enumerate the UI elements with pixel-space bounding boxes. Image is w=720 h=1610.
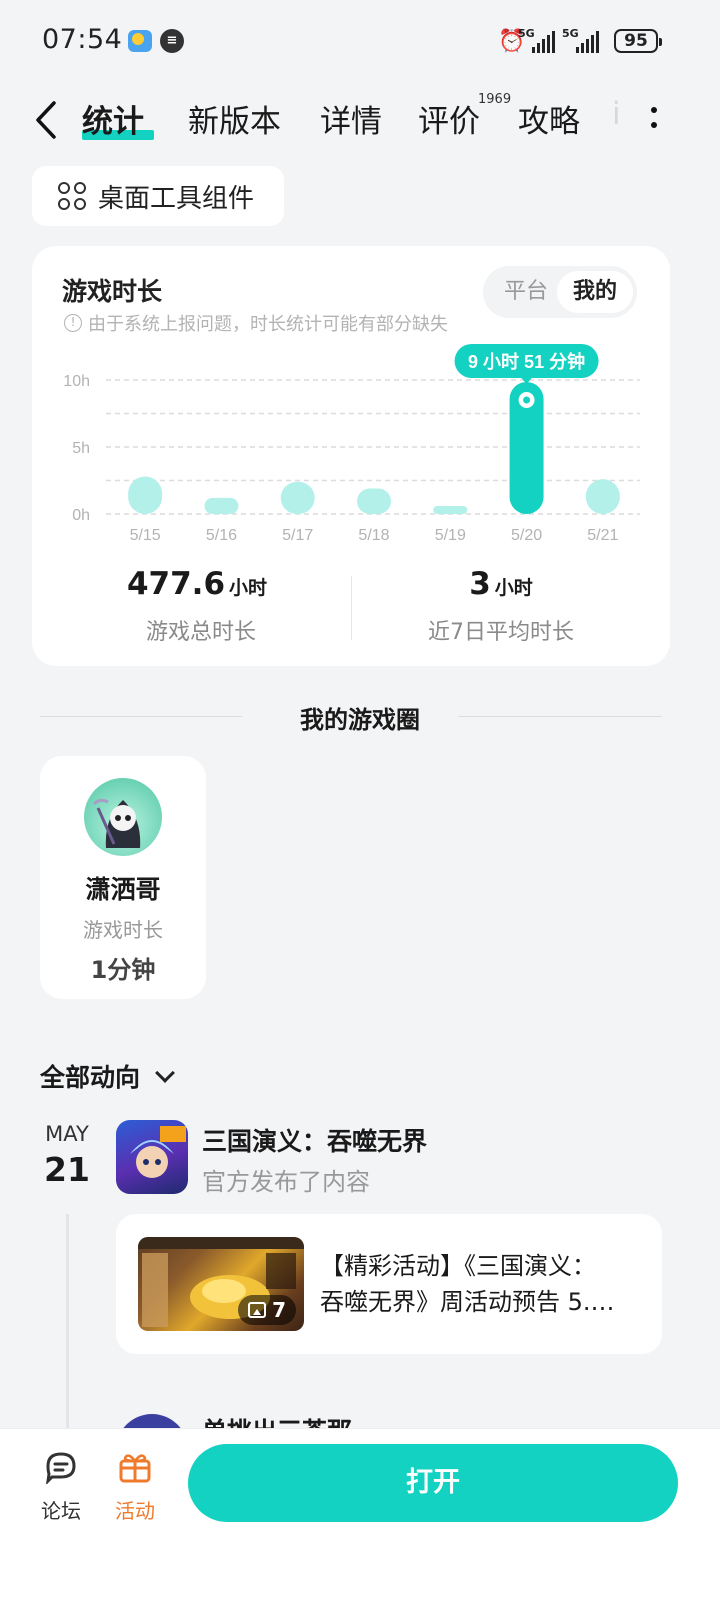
x-tick-label: 5/18 bbox=[358, 527, 389, 544]
bar bbox=[357, 488, 391, 514]
signal-icon: 5G bbox=[518, 27, 556, 53]
game-circle-title: 我的游戏圈 bbox=[300, 706, 420, 734]
feed-game-name[interactable]: 三国演义：吞噬无界 bbox=[202, 1122, 427, 1158]
friend-playtime-label: 游戏时长 bbox=[83, 918, 163, 942]
more-menu-icon[interactable] bbox=[648, 104, 660, 136]
notification-app-icon: ≡ bbox=[160, 29, 184, 53]
post-text-line-1: 【精彩活动】《三国演义： bbox=[320, 1252, 596, 1280]
playtime-note: ! 由于系统上报问题，时长统计可能有部分缺失 bbox=[64, 310, 448, 336]
feed-date-day: 21 bbox=[44, 1150, 90, 1189]
total-playtime-label: 游戏总时长 bbox=[145, 620, 256, 645]
x-tick-label: 5/16 bbox=[206, 527, 237, 544]
feed-action-text: 官方发布了内容 bbox=[202, 1168, 370, 1196]
y-tick-label: 5h bbox=[72, 440, 90, 457]
image-icon bbox=[248, 1302, 267, 1318]
weather-icon bbox=[128, 30, 152, 52]
x-tick-label: 5/20 bbox=[511, 527, 542, 544]
post-text-line-2: 吞噬无界》周活动预告 5.… bbox=[320, 1288, 615, 1316]
review-count-badge: 1969 bbox=[478, 92, 512, 107]
x-tick-label: 5/19 bbox=[435, 527, 466, 544]
friend-playtime-value: 1分钟 bbox=[90, 956, 156, 984]
forum-label: 论坛 bbox=[41, 1499, 81, 1523]
playtime-bar-chart: 10h 5h 0h 5/15 5/16 5/17 5/18 5/19 5/20 9 小时 51 分… bbox=[63, 344, 640, 544]
feed-filter-dropdown[interactable]: 全部动向 bbox=[40, 1058, 175, 1094]
source-toggle: 平台 我的 bbox=[483, 266, 637, 318]
timeline-line bbox=[66, 1214, 69, 1434]
tab-reviews[interactable]: 评价 bbox=[418, 96, 480, 141]
tab-details[interactable]: 详情 bbox=[320, 96, 382, 141]
desktop-widget-button[interactable]: 桌面工具组件 bbox=[32, 166, 284, 226]
average-playtime-unit: 小时 bbox=[494, 577, 533, 599]
image-count-badge: 7 bbox=[238, 1295, 296, 1325]
value-tooltip-text: 9 小时 51 分钟 bbox=[468, 351, 585, 372]
playtime-note-text: 由于系统上报问题，时长统计可能有部分缺失 bbox=[88, 314, 448, 335]
activity-label: 活动 bbox=[115, 1499, 155, 1523]
status-time: 07:54 bbox=[42, 24, 123, 55]
game-icon[interactable] bbox=[116, 1120, 188, 1194]
tab-overflow: i bbox=[612, 96, 621, 132]
open-game-button[interactable]: 打开 bbox=[188, 1444, 678, 1522]
tab-guides[interactable]: 攻略 bbox=[518, 96, 580, 141]
friend-name: 潇洒哥 bbox=[85, 875, 161, 904]
playtime-title: 游戏时长 bbox=[62, 277, 163, 306]
tab-new-version[interactable]: 新版本 bbox=[188, 96, 281, 141]
info-icon: ! bbox=[64, 314, 82, 332]
tab-stats[interactable]: 统计 bbox=[82, 96, 144, 141]
toggle-mine[interactable]: 我的 bbox=[557, 271, 633, 313]
average-playtime-value: 3 bbox=[469, 566, 491, 602]
y-tick-label: 0h bbox=[72, 507, 90, 524]
friend-avatar[interactable] bbox=[84, 778, 162, 856]
bar bbox=[280, 481, 315, 514]
forum-icon bbox=[45, 1452, 76, 1486]
gift-icon bbox=[119, 1454, 151, 1483]
average-playtime-label: 近7日平均时长 bbox=[428, 620, 574, 645]
signal-icon: 5G bbox=[562, 27, 604, 53]
feed-date-month: MAY bbox=[45, 1122, 89, 1146]
x-tick-label: 5/17 bbox=[282, 527, 313, 544]
x-tick-label: 5/21 bbox=[587, 527, 618, 544]
tab-bar: 统计 新版本 详情 评价 1969 攻略 i bbox=[0, 92, 720, 152]
x-tick-label: 5/15 bbox=[130, 527, 161, 544]
selected-point-dot-inner bbox=[523, 396, 531, 404]
total-playtime-unit: 小时 bbox=[229, 577, 268, 599]
chevron-down-icon bbox=[155, 1063, 175, 1083]
total-playtime-value: 477.6 bbox=[126, 566, 226, 602]
forum-button[interactable]: 论坛 bbox=[36, 1450, 86, 1524]
bar bbox=[433, 505, 468, 514]
average-playtime: 3 小时 bbox=[352, 566, 650, 602]
post-thumbnail[interactable]: 7 bbox=[138, 1237, 304, 1331]
activity-button[interactable]: 活动 bbox=[110, 1450, 160, 1524]
bar bbox=[128, 476, 163, 514]
toggle-platform[interactable]: 平台 bbox=[491, 266, 561, 318]
battery-icon: 95 bbox=[614, 29, 662, 53]
total-playtime: 477.6 小时 bbox=[42, 566, 352, 602]
widget-grid-icon bbox=[58, 182, 86, 210]
desktop-widget-label: 桌面工具组件 bbox=[98, 183, 255, 214]
post-text[interactable]: 【精彩活动】《三国演义： 吞噬无界》周活动预告 5.… bbox=[320, 1248, 644, 1320]
feed-filter-label: 全部动向 bbox=[40, 1063, 141, 1092]
y-tick-label: 10h bbox=[63, 373, 90, 390]
image-count: 7 bbox=[272, 1298, 286, 1322]
bar bbox=[204, 497, 239, 514]
bar bbox=[585, 479, 620, 514]
